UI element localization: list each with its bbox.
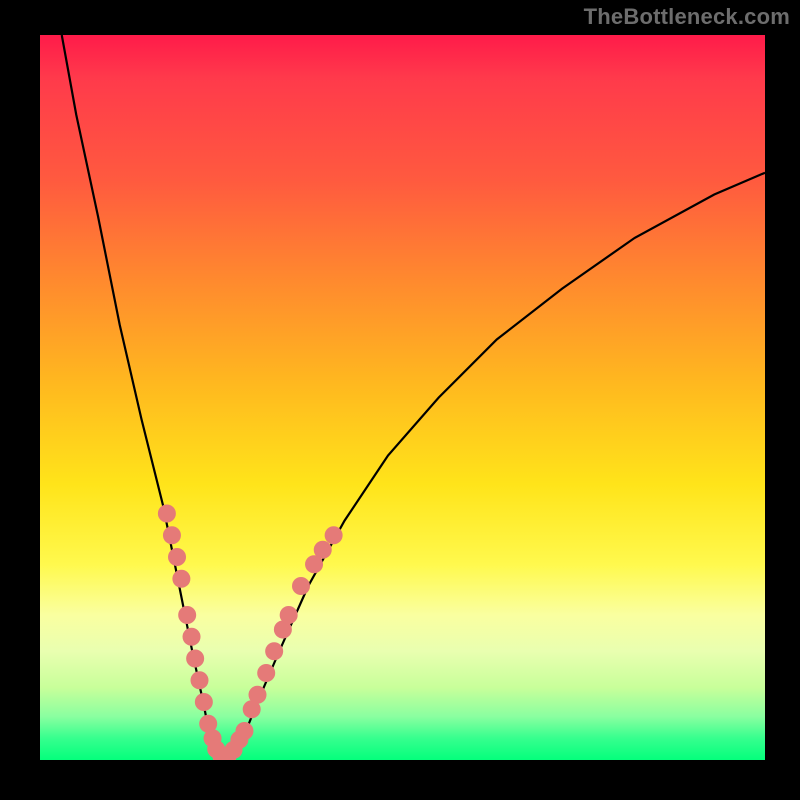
data-marker bbox=[257, 664, 275, 682]
data-marker bbox=[235, 722, 253, 740]
data-marker bbox=[280, 606, 298, 624]
chart-frame: TheBottleneck.com bbox=[0, 0, 800, 800]
data-marker bbox=[191, 671, 209, 689]
watermark-text: TheBottleneck.com bbox=[584, 4, 790, 30]
data-marker bbox=[186, 650, 204, 668]
chart-overlay bbox=[40, 35, 765, 760]
data-marker bbox=[178, 606, 196, 624]
data-marker bbox=[249, 686, 267, 704]
data-marker bbox=[163, 526, 181, 544]
data-marker bbox=[172, 570, 190, 588]
bottleneck-curve bbox=[62, 35, 765, 756]
data-marker bbox=[314, 541, 332, 559]
data-marker bbox=[195, 693, 213, 711]
data-marker bbox=[158, 505, 176, 523]
data-marker bbox=[292, 577, 310, 595]
data-marker bbox=[325, 526, 343, 544]
data-marker bbox=[183, 628, 201, 646]
data-marker bbox=[168, 548, 186, 566]
data-marker bbox=[265, 642, 283, 660]
